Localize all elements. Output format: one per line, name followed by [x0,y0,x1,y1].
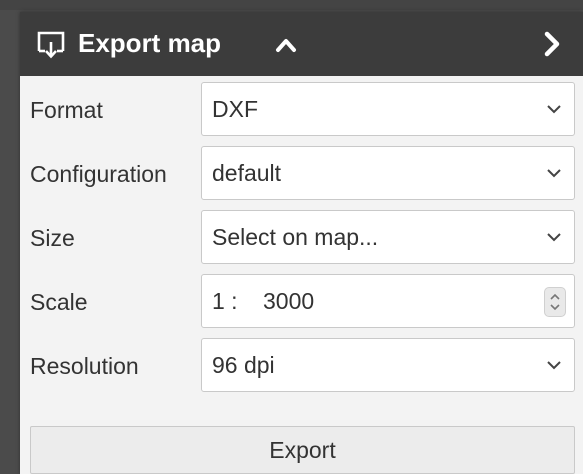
format-row: Format DXF [20,80,583,140]
export-map-icon [37,31,65,59]
scale-field: 1 : 3000 [201,274,575,328]
map-backdrop-strip [0,0,583,10]
chevron-up-icon[interactable] [275,35,297,55]
chevron-right-icon[interactable] [541,31,563,57]
chevron-down-icon [547,361,561,370]
format-value: DXF [212,96,258,122]
configuration-row: Configuration default [20,144,583,204]
export-button[interactable]: Export [30,426,575,474]
scale-input[interactable]: 3000 [263,275,314,327]
scale-label: Scale [30,289,88,315]
size-label: Size [30,225,75,251]
chevron-down-icon [547,169,561,178]
resolution-select[interactable]: 96 dpi [201,338,575,392]
export-form: Format DXF Configuration default Size Se… [20,76,583,474]
scale-prefix: 1 : [212,288,238,314]
panel-title: Export map [78,28,222,58]
size-select[interactable]: Select on map... [201,210,575,264]
size-value: Select on map... [212,224,379,250]
configuration-value: default [212,160,282,186]
configuration-label: Configuration [30,161,167,187]
resolution-row: Resolution 96 dpi [20,336,583,396]
format-label: Format [30,97,103,123]
configuration-select[interactable]: default [201,146,575,200]
stepper-arrows-icon [550,293,560,311]
scale-row: Scale 1 : 3000 [20,272,583,332]
scale-stepper[interactable] [544,287,566,317]
chevron-down-icon [547,105,561,114]
format-select[interactable]: DXF [201,82,575,136]
resolution-label: Resolution [30,353,139,379]
panel-titlebar[interactable]: Export map [20,12,583,76]
chevron-down-icon [547,233,561,242]
resolution-value: 96 dpi [212,352,275,378]
size-row: Size Select on map... [20,208,583,268]
export-map-panel: Export map Format DXF Configuration defa… [20,12,583,474]
